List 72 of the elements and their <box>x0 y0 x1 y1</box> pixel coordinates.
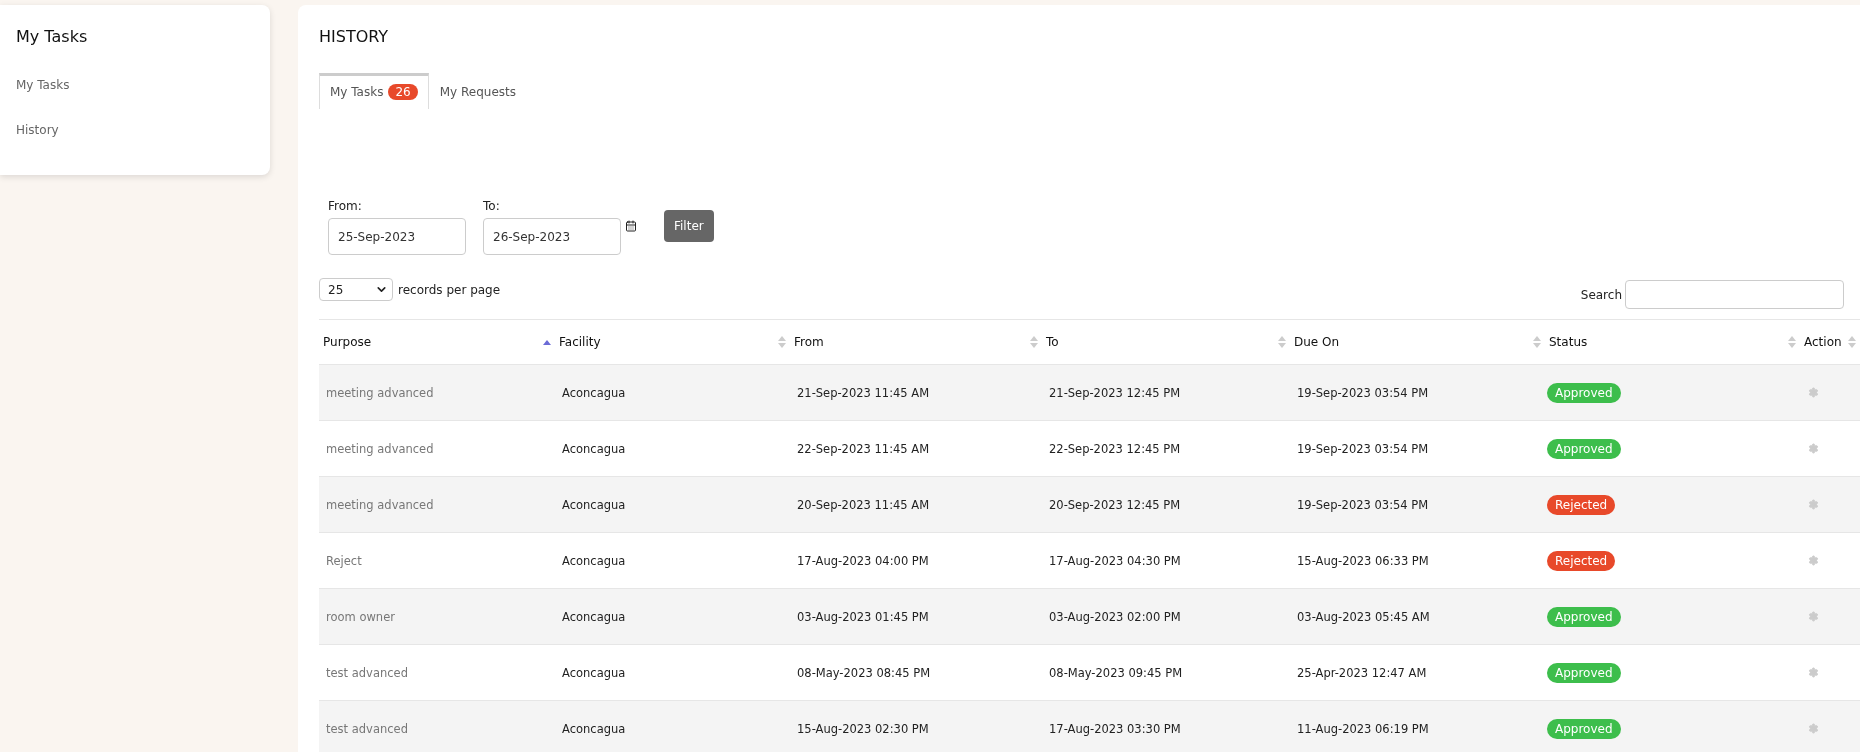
search-field[interactable] <box>1625 280 1844 309</box>
table-cell-text: Aconcagua <box>561 497 626 512</box>
table-cell-text: 19-Sep-2023 03:54 PM <box>1296 385 1429 400</box>
count-badge: 26 <box>388 84 418 100</box>
to-label: To: <box>483 199 501 213</box>
settings-icon[interactable] <box>1808 499 1819 510</box>
table-cell-text: meeting advanced <box>325 441 434 456</box>
calendar-icon[interactable] <box>625 220 637 232</box>
table-cell-text: 08-May-2023 09:45 PM <box>1048 665 1183 680</box>
table-cell-text: test advanced <box>325 721 408 736</box>
sidebar-title: My Tasks <box>16 27 89 46</box>
tab[interactable]: My Tasks 26 <box>319 73 429 109</box>
status-badge: Approved <box>1547 438 1621 459</box>
table-cell-text: Aconcagua <box>561 385 626 400</box>
status-badge: Rejected <box>1547 550 1616 571</box>
table-cell-text: Aconcagua <box>561 721 626 736</box>
page-title: HISTORY <box>319 27 390 46</box>
settings-icon[interactable] <box>1808 387 1819 398</box>
table-cell-text: 03-Aug-2023 02:00 PM <box>1048 609 1181 624</box>
status-badge: Approved <box>1547 662 1621 683</box>
page-size-label: records per page <box>398 282 501 297</box>
table-cell-text: 15-Aug-2023 06:33 PM <box>1296 553 1429 568</box>
from-date-field[interactable]: 25-Sep-2023 <box>328 218 466 255</box>
column-header[interactable]: From <box>790 335 1042 349</box>
table-cell-text: Aconcagua <box>561 665 626 680</box>
column-header[interactable]: Purpose <box>319 335 555 349</box>
settings-icon[interactable] <box>1808 443 1819 454</box>
column-header[interactable]: Action <box>1800 335 1860 349</box>
status-badge: Approved <box>1547 718 1621 739</box>
column-header[interactable]: Status <box>1545 335 1800 349</box>
table-cell-text: Aconcagua <box>561 609 626 624</box>
table-cell-text: 15-Aug-2023 02:30 PM <box>796 721 929 736</box>
table-cell-text: 19-Sep-2023 03:54 PM <box>1296 441 1429 456</box>
table-cell-text: 21-Sep-2023 12:45 PM <box>1048 385 1181 400</box>
column-header[interactable]: To <box>1042 335 1290 349</box>
status-badge: Approved <box>1547 382 1621 403</box>
sidebar-item[interactable]: My Tasks <box>16 78 70 92</box>
from-label: From: <box>328 199 363 213</box>
to-date-field[interactable]: 26-Sep-2023 <box>483 218 621 255</box>
table-cell-text: meeting advanced <box>325 497 434 512</box>
table-cell-text: meeting advanced <box>325 385 434 400</box>
settings-icon[interactable] <box>1808 555 1819 566</box>
table-cell-text: 22-Sep-2023 11:45 AM <box>796 441 930 456</box>
status-badge: Rejected <box>1547 494 1616 515</box>
table-cell-text: 03-Aug-2023 01:45 PM <box>796 609 929 624</box>
status-badge: Approved <box>1547 606 1621 627</box>
column-header[interactable]: Due On <box>1290 335 1545 349</box>
table-cell-text: 21-Sep-2023 11:45 AM <box>796 385 930 400</box>
sidebar-item[interactable]: History <box>16 123 59 137</box>
table-cell-text: 20-Sep-2023 12:45 PM <box>1048 497 1181 512</box>
column-header[interactable]: Facility <box>555 335 790 349</box>
settings-icon[interactable] <box>1808 611 1819 622</box>
table-cell-text: Aconcagua <box>561 553 626 568</box>
table-cell-text: 22-Sep-2023 12:45 PM <box>1048 441 1181 456</box>
table-cell-text: 11-Aug-2023 06:19 PM <box>1296 721 1429 736</box>
filter-button[interactable]: Filter <box>664 210 714 242</box>
table-cell-text: 17-Aug-2023 04:30 PM <box>1048 553 1181 568</box>
table-cell-text: 17-Aug-2023 03:30 PM <box>1048 721 1181 736</box>
table-cell-text: 20-Sep-2023 11:45 AM <box>796 497 930 512</box>
page-size-select[interactable]: 25 <box>319 278 393 301</box>
table-cell-text: 17-Aug-2023 04:00 PM <box>796 553 929 568</box>
settings-icon[interactable] <box>1808 667 1819 678</box>
table-cell-text: 25-Apr-2023 12:47 AM <box>1296 665 1427 680</box>
table-cell-text: test advanced <box>325 665 408 680</box>
table-cell-text: Aconcagua <box>561 441 626 456</box>
search-label: Search <box>1580 287 1622 302</box>
table-cell-text: 08-May-2023 08:45 PM <box>796 665 931 680</box>
table-cell-text: Reject <box>325 553 362 568</box>
table-cell-text: room owner <box>325 609 395 624</box>
settings-icon[interactable] <box>1808 723 1819 734</box>
table-cell-text: 19-Sep-2023 03:54 PM <box>1296 497 1429 512</box>
table-cell-text: 03-Aug-2023 05:45 AM <box>1296 609 1430 624</box>
